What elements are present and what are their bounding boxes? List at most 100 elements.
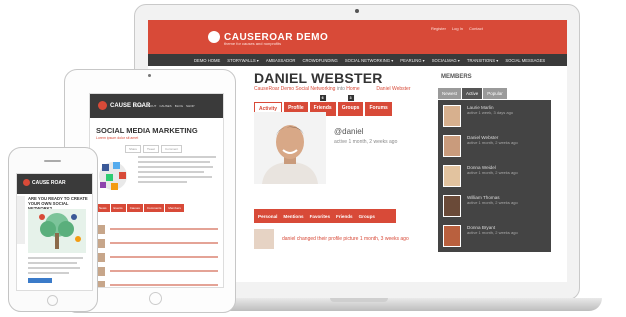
members-list: Laurie Marlin active 1 week, 3 days ago D… <box>438 100 551 252</box>
member-last-active: active 1 month, 2 weeks ago <box>467 140 518 145</box>
subtab-mentions[interactable]: Mentions <box>283 214 303 219</box>
members-tab-newest[interactable]: Newest <box>438 88 462 99</box>
tablet-article-title: SOCIAL MEDIA MARKETING <box>96 126 198 135</box>
phone-speaker <box>44 160 61 162</box>
tablet-tab[interactable]: Comments <box>143 204 165 212</box>
activity-item: daniel changed their profile picture 1 m… <box>254 229 409 249</box>
member-avatar <box>443 225 461 247</box>
list-item[interactable] <box>96 236 218 250</box>
member-last-active: active 1 month, 2 weeks ago <box>467 170 518 175</box>
laptop-notch <box>330 298 388 302</box>
tablet-share-buttons: Share Tweet Comment <box>125 145 183 153</box>
tablet-tabs: News Events Causes Comments Members <box>96 204 184 212</box>
phone-logo[interactable]: CAUSE ROAR <box>23 179 66 186</box>
tab-forums[interactable]: Forums <box>365 102 392 116</box>
social-icons-graphic <box>99 162 127 190</box>
member-avatar <box>443 135 461 157</box>
nav-pearling[interactable]: PEARLING ▾ <box>400 58 424 63</box>
login-link[interactable]: Log In <box>452 26 463 31</box>
phone-cta-button[interactable] <box>28 278 52 283</box>
profile-last-active: active 1 month, 2 weeks ago <box>334 139 398 145</box>
groups-count-badge: 3 <box>347 95 354 101</box>
member-last-active: active 1 month, 2 weeks ago <box>467 230 518 235</box>
tablet-article-body <box>138 156 220 186</box>
nav-transitions[interactable]: TRANSITIONS ▾ <box>467 58 498 63</box>
members-tab-active[interactable]: Active <box>462 88 483 99</box>
tablet-nav-item[interactable]: SHOP <box>186 104 195 108</box>
tablet-camera <box>148 74 151 77</box>
phone-body-text <box>28 257 86 277</box>
members-tabs: Newest Active Popular <box>438 88 507 99</box>
profile-avatar[interactable] <box>254 112 326 184</box>
comment-button[interactable]: Comment <box>161 145 183 153</box>
avatar-photo-icon <box>254 112 326 184</box>
nav-storywalls[interactable]: STORYWALLS ▾ <box>227 58 259 63</box>
laptop-camera <box>355 9 359 13</box>
contact-link[interactable]: Contact <box>469 26 483 31</box>
share-button[interactable]: Share <box>125 145 142 153</box>
member-item[interactable]: William Thomas active 1 month, 2 weeks ag… <box>443 195 518 217</box>
list-item[interactable] <box>96 264 218 278</box>
logo-icon <box>208 31 220 43</box>
tablet-tab[interactable]: Events <box>110 204 126 212</box>
member-avatar <box>443 165 461 187</box>
tweet-button[interactable]: Tweet <box>143 145 160 153</box>
list-item[interactable] <box>96 278 218 287</box>
top-links: Register Log In Contact <box>431 26 483 31</box>
nav-social-networking[interactable]: SOCIAL NETWORKING ▾ <box>345 58 393 63</box>
list-item[interactable] <box>96 250 218 264</box>
register-link[interactable]: Register <box>431 26 446 31</box>
member-item[interactable]: Donna Weidel active 1 month, 2 weeks ago <box>443 165 518 187</box>
subtab-groups[interactable]: Groups <box>359 214 375 219</box>
nav-social-messages[interactable]: SOCIAL MESSAGES <box>505 58 545 63</box>
phone-sidebar <box>17 196 25 244</box>
member-item[interactable]: Daniel Webster active 1 month, 2 weeks ag… <box>443 135 518 157</box>
activity-avatar[interactable] <box>254 229 274 249</box>
breadcrumb-separator: into <box>336 86 345 92</box>
activity-text[interactable]: daniel changed their profile picture 1 m… <box>282 236 409 242</box>
tablet-activity-list <box>96 222 218 287</box>
friends-count-badge: 6 <box>319 95 326 101</box>
profile-name: DANIEL WEBSTER <box>254 70 383 86</box>
tablet-tab[interactable]: Members <box>165 204 184 212</box>
tablet-nav-item[interactable]: HOME <box>134 104 143 108</box>
subtab-friends[interactable]: Friends <box>336 214 353 219</box>
activity-subtabs: Personal Mentions Favorites Friends Grou… <box>254 209 396 223</box>
tablet-screen: CAUSE ROAR HOME ABOUT CAUSES BLOG SHOP S… <box>89 93 224 288</box>
tablet-tab[interactable]: Causes <box>126 204 143 212</box>
member-item[interactable]: Laurie Marlin active 1 week, 3 days ago <box>443 105 513 127</box>
breadcrumb-site[interactable]: CauseRoar Demo Social Networking <box>254 86 335 92</box>
list-item[interactable] <box>96 222 218 236</box>
members-tab-popular[interactable]: Popular <box>483 88 507 99</box>
member-avatar <box>443 105 461 127</box>
member-avatar <box>443 195 461 217</box>
tablet-article-subtitle: Lorem ipsum dolor sit amet <box>96 136 139 140</box>
nav-ambassador[interactable]: AMBASSADOR <box>266 58 296 63</box>
site-logo[interactable]: CAUSEROAR DEMO theme for causes and nonp… <box>208 28 328 46</box>
tab-groups[interactable]: 3 Groups <box>337 95 364 116</box>
phone-site-name: CAUSE ROAR <box>32 179 66 186</box>
logo-icon <box>98 101 107 110</box>
site-tagline: theme for causes and nonprofits <box>224 41 282 46</box>
breadcrumb-user[interactable]: Daniel Webster <box>376 86 410 92</box>
phone-screen: CAUSE ROAR ARE YOU READY TO CREATE YOUR … <box>16 173 93 291</box>
subtab-favorites[interactable]: Favorites <box>310 214 330 219</box>
member-last-active: active 1 month, 2 weeks ago <box>467 200 518 205</box>
members-heading: MEMBERS <box>441 74 472 80</box>
tablet-nav-item[interactable]: BLOG <box>175 104 183 108</box>
phone-home-button <box>47 295 58 306</box>
nav-crowdfunding[interactable]: CROWDFUNDING <box>302 58 337 63</box>
tablet-nav: HOME ABOUT CAUSES BLOG SHOP <box>134 104 195 108</box>
network-tree-graphic <box>28 209 86 253</box>
member-item[interactable]: Donna Bryant active 1 month, 2 weeks ago <box>443 225 518 247</box>
breadcrumb-home[interactable]: Home <box>346 86 359 92</box>
nav-demo-home[interactable]: DEMO HOME <box>194 58 220 63</box>
tablet-nav-item[interactable]: ABOUT <box>146 104 156 108</box>
tablet-tab[interactable]: News <box>96 204 110 212</box>
nav-socialmag[interactable]: SOCIALMAG ▾ <box>432 58 460 63</box>
tablet-nav-item[interactable]: CAUSES <box>159 104 171 108</box>
subtab-personal[interactable]: Personal <box>258 214 277 219</box>
breadcrumb: CauseRoar Demo Social Networking into Ho… <box>254 86 411 92</box>
profile-handle: @daniel <box>334 127 364 136</box>
main-nav: DEMO HOME STORYWALLS ▾ AMBASSADOR CROWDF… <box>148 54 567 66</box>
